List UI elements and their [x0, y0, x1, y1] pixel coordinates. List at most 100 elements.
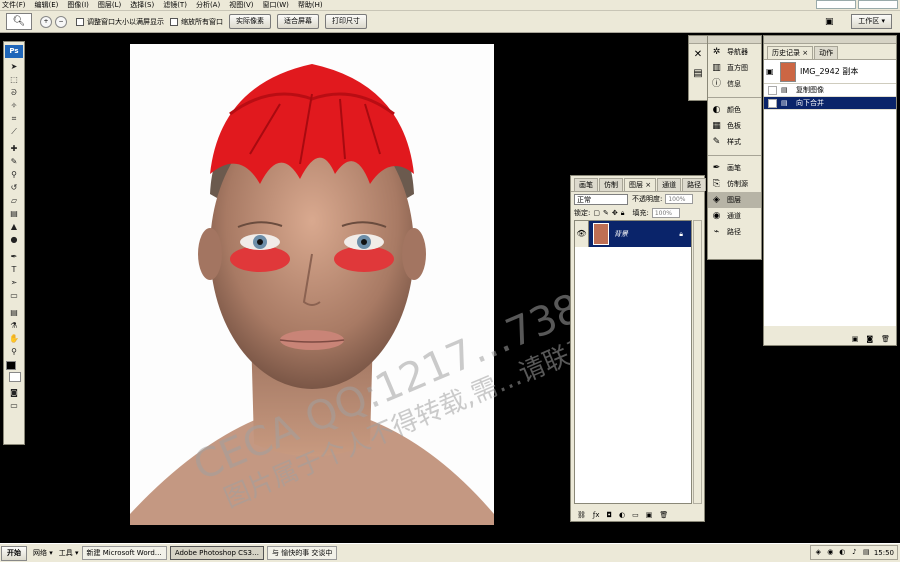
history-brush-tool-icon[interactable]: ↺	[4, 181, 24, 194]
quick-mask-icon[interactable]: ◙	[4, 386, 24, 399]
dock-swatches[interactable]: ▦ 色板	[708, 118, 761, 134]
hand-tool-icon[interactable]: ✋	[4, 332, 24, 345]
blend-mode-select[interactable]: 正常	[574, 193, 628, 205]
history-state[interactable]: ▤ 复制图像	[764, 84, 896, 97]
shape-tool-icon[interactable]: ▭	[4, 289, 24, 302]
eraser-tool-icon[interactable]: ▱	[4, 194, 24, 207]
path-selection-tool-icon[interactable]: ➣	[4, 276, 24, 289]
healing-brush-tool-icon[interactable]: ✚	[4, 142, 24, 155]
tab-clone[interactable]: 仿制	[599, 178, 623, 191]
tab-history[interactable]: 历史记录 ×	[767, 46, 814, 59]
dock-clone-source[interactable]: ⎘ 仿制源	[708, 176, 761, 192]
dock-histogram[interactable]: ▥ 直方图	[708, 60, 761, 76]
eye-icon[interactable]: 👁︎	[575, 221, 589, 247]
resize-windows-checkbox[interactable]: 调整窗口大小以满屏显示	[76, 17, 164, 27]
dodge-tool-icon[interactable]: ●	[4, 233, 24, 246]
layers-scrollbar[interactable]	[693, 220, 702, 504]
new-document-icon[interactable]: ▣	[852, 335, 859, 343]
menu-analysis[interactable]: 分析(A)	[196, 0, 220, 11]
opacity-input[interactable]: 100%	[665, 194, 694, 204]
gradient-tool-icon[interactable]: ▤	[4, 207, 24, 220]
trash-icon[interactable]: 🗑︎	[659, 511, 668, 519]
dock-paths[interactable]: ⌁ 路径	[708, 224, 761, 240]
tab-layers[interactable]: 图层 ×	[624, 178, 657, 191]
move-tool-icon[interactable]: ➤	[4, 60, 24, 73]
layer-row-background[interactable]: 👁︎ 背景 🔒︎	[575, 221, 691, 247]
lasso-tool-icon[interactable]: ᘐ	[4, 86, 24, 99]
panel-titlebar[interactable]	[708, 36, 761, 44]
bridge-icon[interactable]: ▣	[821, 15, 837, 29]
taskbar-item-word[interactable]: 新建 Microsoft Word…	[81, 546, 167, 560]
menu-view[interactable]: 视图(V)	[229, 0, 253, 11]
dock-styles[interactable]: ✎ 样式	[708, 134, 761, 150]
magic-wand-tool-icon[interactable]: ✧	[4, 99, 24, 112]
blur-tool-icon[interactable]: ▲	[4, 220, 24, 233]
lock-all-icon[interactable]: 🔒︎	[621, 209, 625, 218]
type-tool-icon[interactable]: T	[4, 263, 24, 276]
dock-info[interactable]: ⓘ 信息	[708, 76, 761, 92]
eyedropper-tool-icon[interactable]: ⚗	[4, 319, 24, 332]
group-icon[interactable]: ▭	[632, 511, 639, 519]
screen-mode-icon[interactable]: ▭	[4, 399, 24, 412]
tray-icon[interactable]: ◈	[814, 548, 823, 557]
trash-icon[interactable]: 🗑︎	[881, 335, 890, 343]
pen-tool-icon[interactable]: ✒	[4, 250, 24, 263]
menu-image[interactable]: 图像(I)	[67, 0, 89, 11]
start-button[interactable]: 开始	[1, 545, 27, 561]
panel-titlebar[interactable]	[689, 36, 707, 44]
menu-window[interactable]: 窗口(W)	[262, 0, 288, 11]
dock-brushes[interactable]: ✒ 画笔	[708, 160, 761, 176]
menu-filter[interactable]: 滤镜(T)	[163, 0, 187, 11]
actual-pixels-button[interactable]: 实际像素	[229, 14, 271, 29]
dock-channels[interactable]: ◉ 通道	[708, 208, 761, 224]
calculator-icon[interactable]: ▤	[690, 66, 706, 82]
new-layer-icon[interactable]: ▣	[646, 511, 653, 519]
brush-tool-icon[interactable]: ✎	[4, 155, 24, 168]
layer-mask-icon[interactable]: ◘	[607, 511, 613, 519]
minimize-button[interactable]	[816, 0, 856, 9]
menu-layer[interactable]: 图层(L)	[98, 0, 121, 11]
tab-brushes[interactable]: 画笔	[574, 178, 598, 191]
link-layers-icon[interactable]: ⛓	[577, 511, 586, 519]
dock-layers[interactable]: ◈ 图层	[708, 192, 761, 208]
tray-icon[interactable]: ◐	[838, 548, 847, 557]
snapshot-camera-icon[interactable]: ◙	[866, 335, 873, 343]
taskbar-item-chat[interactable]: 与 愉快的事 交谈中	[266, 546, 338, 560]
fill-input[interactable]: 100%	[651, 208, 680, 218]
zoom-in-icon[interactable]: +	[40, 15, 52, 28]
tool-preset-picker[interactable]: 🔍︎	[6, 13, 32, 30]
network-tray-icon[interactable]: ▤	[862, 548, 871, 557]
print-size-button[interactable]: 打印尺寸	[325, 14, 367, 29]
notes-tool-icon[interactable]: ▤	[4, 306, 24, 319]
tools-quicklaunch[interactable]: 工具 ▾	[59, 548, 79, 558]
tray-icon[interactable]: ◉	[826, 548, 835, 557]
lock-transparency-icon[interactable]: ▢	[593, 209, 600, 217]
history-snapshot[interactable]: ▣ IMG_2942 副本	[764, 60, 896, 84]
checkbox-box[interactable]	[76, 17, 84, 26]
tab-actions[interactable]: 动作	[814, 46, 839, 59]
tab-channels[interactable]: 通道	[657, 178, 682, 191]
slice-tool-icon[interactable]: ⟋	[4, 125, 24, 138]
history-state-selected[interactable]: ▤ 向下合并	[764, 97, 896, 110]
history-source-icon[interactable]: ▣	[766, 67, 776, 77]
zoom-all-windows-checkbox[interactable]: 缩放所有窗口	[170, 17, 223, 27]
checkbox-box[interactable]	[170, 17, 178, 26]
menu-select[interactable]: 选择(S)	[130, 0, 154, 11]
zoom-tool-icon[interactable]: ⚲	[4, 345, 24, 358]
adjustment-layer-icon[interactable]: ◐	[619, 511, 625, 519]
layer-style-icon[interactable]: ƒx	[593, 511, 600, 519]
taskbar-item-photoshop[interactable]: Adobe Photoshop CS3…	[169, 546, 264, 560]
menu-edit[interactable]: 编辑(E)	[35, 0, 59, 11]
lock-position-icon[interactable]: ✥	[612, 209, 618, 217]
marquee-tool-icon[interactable]: ⬚	[4, 73, 24, 86]
lock-pixels-icon[interactable]: ✎	[603, 209, 609, 217]
foreground-color-swatch[interactable]	[6, 361, 16, 370]
zoom-out-icon[interactable]: −	[55, 15, 67, 28]
close-button[interactable]	[858, 0, 898, 9]
history-source-checkbox[interactable]	[768, 85, 777, 95]
clone-stamp-tool-icon[interactable]: ⚲	[4, 168, 24, 181]
dock-color[interactable]: ◐ 颜色	[708, 102, 761, 118]
menu-help[interactable]: 帮助(H)	[298, 0, 323, 11]
fit-screen-button[interactable]: 适合屏幕	[277, 14, 319, 29]
menu-file[interactable]: 文件(F)	[2, 0, 26, 11]
